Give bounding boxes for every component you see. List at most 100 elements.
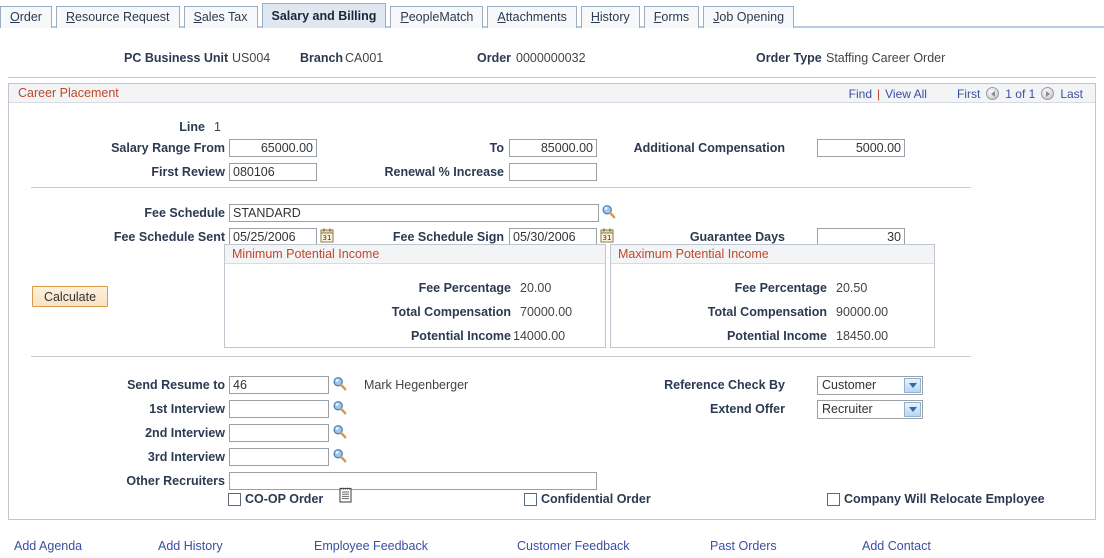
minimum-potential-income-panel: Minimum Potential Income Fee Percentage … bbox=[224, 244, 606, 348]
action-link-employee-feedback[interactable]: Employee Feedback bbox=[314, 539, 428, 553]
chevron-down-icon[interactable] bbox=[904, 402, 921, 417]
tab-forms[interactable]: Forms bbox=[643, 6, 700, 28]
send-resume-to-input[interactable] bbox=[229, 376, 329, 394]
fee-schedule-input[interactable] bbox=[229, 204, 599, 222]
tab-label: History bbox=[590, 10, 630, 24]
coop-order-checkbox-box[interactable] bbox=[228, 492, 241, 506]
pc-business-unit-value: US004 bbox=[232, 51, 271, 65]
branch-label: Branch bbox=[300, 51, 344, 65]
salary-range-to-label: To bbox=[489, 141, 504, 155]
action-link-add-contact[interactable]: Add Contact bbox=[862, 539, 931, 553]
second-interview-input[interactable] bbox=[229, 424, 329, 442]
min-total-compensation-value: 70000.00 bbox=[520, 305, 573, 319]
second-interview-label: 2nd Interview bbox=[145, 426, 225, 440]
action-link-customer-feedback[interactable]: Customer Feedback bbox=[517, 539, 630, 553]
min-potential-income-value: 14000.00 bbox=[513, 329, 566, 343]
tab-label: Job Opening bbox=[713, 10, 785, 24]
maximum-potential-income-panel: Maximum Potential Income Fee Percentage … bbox=[610, 244, 935, 348]
min-panel-title: Minimum Potential Income bbox=[232, 247, 380, 261]
extend-offer-value: Recruiter bbox=[822, 402, 873, 416]
salary-range-to-input[interactable] bbox=[509, 139, 597, 157]
additional-compensation-label: Additional Compensation bbox=[633, 141, 785, 155]
action-link-add-history[interactable]: Add History bbox=[158, 539, 223, 553]
chevron-down-icon[interactable] bbox=[904, 378, 921, 393]
last-link[interactable]: Last bbox=[1060, 87, 1083, 101]
reference-check-by-dropdown[interactable]: Customer bbox=[817, 376, 923, 395]
action-link-past-orders[interactable]: Past Orders bbox=[710, 539, 777, 553]
coop-order-comments-icon[interactable] bbox=[339, 487, 352, 503]
third-interview-input[interactable] bbox=[229, 448, 329, 466]
send-resume-to-name: Mark Hegenberger bbox=[364, 378, 469, 392]
third-interview-label: 3rd Interview bbox=[147, 450, 225, 464]
view-all-link[interactable]: View All bbox=[885, 87, 927, 101]
min-potential-income-label: Potential Income bbox=[410, 329, 511, 343]
other-recruiters-input[interactable] bbox=[229, 472, 597, 490]
confidential-order-label: Confidential Order bbox=[541, 492, 651, 506]
tab-label: Salary and Billing bbox=[271, 9, 377, 23]
send-resume-to-label: Send Resume to bbox=[127, 378, 225, 392]
guarantee-days-label: Guarantee Days bbox=[689, 230, 785, 244]
first-interview-lookup-icon[interactable] bbox=[332, 400, 347, 415]
first-link[interactable]: First bbox=[957, 87, 980, 101]
groupbox-title: Career Placement bbox=[18, 86, 119, 100]
first-interview-input[interactable] bbox=[229, 400, 329, 418]
page-key-fields: PC Business Unit US004 Branch CA001 Orde… bbox=[0, 46, 1104, 72]
max-panel-title: Maximum Potential Income bbox=[618, 247, 769, 261]
tab-history[interactable]: History bbox=[580, 6, 640, 28]
tab-resource-request[interactable]: Resource Request bbox=[55, 6, 180, 28]
order-type-value: Staffing Career Order bbox=[826, 51, 946, 65]
pc-business-unit-label: PC Business Unit bbox=[124, 51, 229, 65]
tab-label: Attachments bbox=[497, 10, 567, 24]
send-resume-to-lookup-icon[interactable] bbox=[332, 376, 347, 391]
section-divider-1 bbox=[31, 187, 971, 188]
first-review-input[interactable] bbox=[229, 163, 317, 181]
tab-job-opening[interactable]: Job Opening bbox=[703, 6, 795, 28]
fee-schedule-sign-calendar-icon[interactable]: 31 bbox=[600, 228, 614, 243]
fee-schedule-lookup-icon[interactable] bbox=[601, 204, 616, 219]
max-total-compensation-label: Total Compensation bbox=[707, 305, 827, 319]
renewal-increase-input[interactable] bbox=[509, 163, 597, 181]
confidential-order-checkbox-box[interactable] bbox=[524, 492, 537, 506]
calculate-button[interactable]: Calculate bbox=[32, 286, 108, 307]
max-fee-percentage-label: Fee Percentage bbox=[734, 281, 827, 295]
fee-schedule-label: Fee Schedule bbox=[144, 206, 225, 220]
third-interview-lookup-icon[interactable] bbox=[332, 448, 347, 463]
previous-row-icon[interactable] bbox=[986, 87, 1000, 100]
tab-label: PeopleMatch bbox=[400, 10, 474, 24]
career-placement-groupbox: Career Placement Find | View All First 1… bbox=[8, 83, 1096, 520]
additional-compensation-input[interactable] bbox=[817, 139, 905, 157]
tab-label: Sales Tax bbox=[193, 10, 248, 24]
line-label: Line bbox=[179, 120, 205, 134]
extend-offer-dropdown[interactable]: Recruiter bbox=[817, 400, 923, 419]
svg-text:31: 31 bbox=[323, 234, 332, 242]
next-row-icon[interactable] bbox=[1041, 87, 1055, 100]
extend-offer-label: Extend Offer bbox=[709, 402, 785, 416]
tab-label: Forms bbox=[653, 10, 690, 24]
coop-order-label: CO-OP Order bbox=[245, 492, 324, 506]
tab-attachments[interactable]: Attachments bbox=[487, 6, 577, 28]
relocate-employee-checkbox-box[interactable] bbox=[827, 492, 840, 506]
coop-order-checkbox[interactable]: CO-OP Order bbox=[228, 492, 323, 506]
action-link-add-agenda[interactable]: Add Agenda bbox=[14, 539, 82, 553]
page-action-links: Add Agenda Add History Employee Feedback Cu… bbox=[0, 536, 1104, 558]
reference-check-by-label: Reference Check By bbox=[664, 378, 785, 392]
order-type-label: Order Type bbox=[756, 51, 822, 65]
renewal-increase-label: Renewal % Increase bbox=[384, 165, 504, 179]
first-interview-label: 1st Interview bbox=[149, 402, 225, 416]
salary-range-from-label: Salary Range From bbox=[111, 141, 225, 155]
fee-schedule-sent-label: Fee Schedule Sent bbox=[113, 230, 225, 244]
relocate-employee-label: Company Will Relocate Employee bbox=[844, 492, 1045, 506]
max-total-compensation-value: 90000.00 bbox=[836, 305, 889, 319]
tab-sales-tax[interactable]: Sales Tax bbox=[183, 6, 258, 28]
relocate-employee-checkbox[interactable]: Company Will Relocate Employee bbox=[827, 492, 1045, 506]
second-interview-lookup-icon[interactable] bbox=[332, 424, 347, 439]
find-link[interactable]: Find bbox=[849, 87, 872, 101]
other-recruiters-label: Other Recruiters bbox=[126, 474, 225, 488]
tab-peoplematch[interactable]: PeopleMatch bbox=[390, 6, 484, 28]
fee-schedule-sent-calendar-icon[interactable]: 31 bbox=[320, 228, 334, 243]
tab-order[interactable]: Order bbox=[0, 6, 52, 28]
max-fee-percentage-value: 20.50 bbox=[836, 281, 868, 295]
salary-range-from-input[interactable] bbox=[229, 139, 317, 157]
tab-salary-and-billing[interactable]: Salary and Billing bbox=[261, 3, 387, 28]
confidential-order-checkbox[interactable]: Confidential Order bbox=[524, 492, 651, 506]
